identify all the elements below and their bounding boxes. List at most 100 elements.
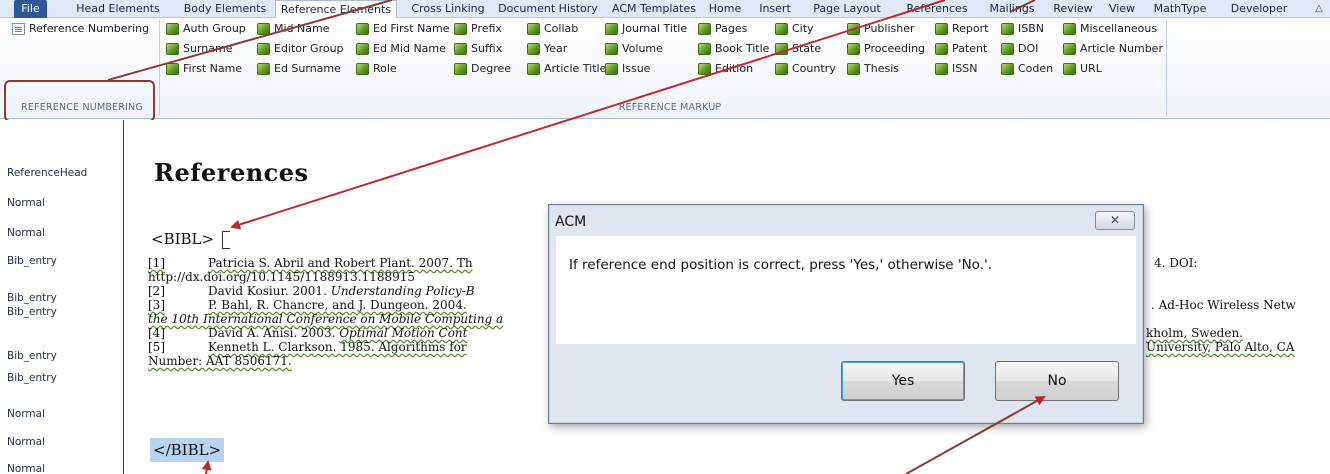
markup-url-button[interactable]: URL — [1063, 61, 1102, 77]
bibl-open-tag: <BIBL> — [151, 230, 215, 248]
tab-review[interactable]: Review — [1048, 0, 1098, 18]
markup-report-button[interactable]: Report — [935, 21, 988, 37]
tab-mailings[interactable]: Mailings — [980, 0, 1044, 18]
style-label: Bib_entry — [7, 255, 57, 267]
markup-journal-title-button[interactable]: Journal Title — [605, 21, 687, 37]
tab-home[interactable]: Home — [703, 0, 747, 18]
bib-text: Kenneth L. Clarkson. 1985. Algorithms fo… — [208, 340, 467, 354]
book-icon — [698, 63, 711, 75]
style-label: Normal — [7, 227, 45, 239]
bib-number: [5] — [148, 340, 165, 354]
tab-head-elements[interactable]: Head Elements — [63, 0, 173, 18]
markup-year-button[interactable]: Year — [527, 41, 567, 57]
markup-collab-button[interactable]: Collab — [527, 21, 578, 37]
markup-button-label: Edition — [715, 62, 754, 75]
tab-mathtype[interactable]: MathType — [1144, 0, 1216, 18]
markup-suffix-button[interactable]: Suffix — [454, 41, 502, 57]
tab-acm-templates[interactable]: ACM Templates — [606, 0, 702, 18]
style-label: Bib_entry — [7, 372, 57, 384]
dialog-title: ACM — [555, 214, 587, 230]
markup-mid-name-button[interactable]: Mid Name — [257, 21, 329, 37]
markup-button-label: First Name — [183, 62, 243, 75]
markup-button-label: Pages — [715, 22, 748, 35]
tab-body-elements[interactable]: Body Elements — [178, 0, 272, 18]
markup-button-label: Patent — [952, 42, 988, 55]
markup-volume-button[interactable]: Volume — [605, 41, 663, 57]
markup-doi-button[interactable]: DOI — [1001, 41, 1038, 57]
markup-prefix-button[interactable]: Prefix — [454, 21, 502, 37]
markup-button-label: Journal Title — [622, 22, 688, 35]
bib-entry: http://dx.doi.org/10.1145/1188913.118891… — [148, 270, 415, 284]
bib-italic-text: the 10th International Conference on Mob… — [148, 312, 504, 326]
markup-button-label: Issue — [622, 62, 651, 75]
bib-italic-text: Optimal Motion Cont — [339, 326, 468, 340]
tab-view[interactable]: View — [1102, 0, 1142, 18]
markup-role-button[interactable]: Role — [356, 61, 397, 77]
markup-button-label: Year — [544, 42, 568, 55]
markup-button-label: Volume — [622, 42, 663, 55]
markup-button-label: Mid Name — [274, 22, 330, 35]
dialog-close-button[interactable]: ✕ — [1095, 211, 1135, 230]
markup-button-label: Editor Group — [274, 42, 344, 55]
markup-button-label: City — [792, 22, 814, 35]
markup-article-number-button[interactable]: Article Number — [1063, 41, 1163, 57]
tab-file[interactable]: File — [14, 0, 47, 18]
markup-patent-button[interactable]: Patent — [935, 41, 987, 57]
markup-book-title-button[interactable]: Book Title — [698, 41, 769, 57]
markup-coden-button[interactable]: Coden — [1001, 61, 1053, 77]
markup-button-label: Ed Mid Name — [373, 42, 446, 55]
markup-thesis-button[interactable]: Thesis — [847, 61, 899, 77]
markup-isbn-button[interactable]: ISBN — [1001, 21, 1044, 37]
markup-degree-button[interactable]: Degree — [454, 61, 511, 77]
markup-button-label: Collab — [544, 22, 579, 35]
tab-cross-linking[interactable]: Cross Linking — [402, 0, 494, 18]
markup-button-label: Surname — [183, 42, 233, 55]
bib-entry: Number: AAT 8506171. — [148, 354, 292, 368]
markup-miscellaneous-button[interactable]: Miscellaneous — [1063, 21, 1157, 37]
tab-references[interactable]: References — [896, 0, 978, 18]
markup-first-name-button[interactable]: First Name — [166, 61, 242, 77]
markup-issue-button[interactable]: Issue — [605, 61, 650, 77]
markup-pages-button[interactable]: Pages — [698, 21, 747, 37]
tab-reference-elements[interactable]: Reference Elements — [275, 0, 397, 19]
tab-page-layout[interactable]: Page Layout — [803, 0, 891, 18]
ribbon-collapse-icon[interactable]: △ — [1312, 0, 1326, 18]
markup-edition-button[interactable]: Edition — [698, 61, 753, 77]
markup-button-label: Proceeding — [864, 42, 926, 55]
book-icon — [775, 23, 788, 35]
markup-article-title-button[interactable]: Article Title — [527, 61, 606, 77]
no-button[interactable]: No — [995, 361, 1119, 401]
markup-surname-button[interactable]: Surname — [166, 41, 232, 57]
markup-publisher-button[interactable]: Publisher — [847, 21, 915, 37]
tab-insert[interactable]: Insert — [752, 0, 798, 18]
markup-state-button[interactable]: State — [775, 41, 821, 57]
markup-ed-surname-button[interactable]: Ed Surname — [257, 61, 341, 77]
markup-button-label: ISSN — [952, 62, 978, 75]
markup-proceeding-button[interactable]: Proceeding — [847, 41, 925, 57]
book-icon — [257, 23, 270, 35]
markup-ed-mid-name-button[interactable]: Ed Mid Name — [356, 41, 446, 57]
dialog-message: If reference end position is correct, pr… — [569, 257, 992, 273]
book-icon — [527, 43, 540, 55]
markup-button-label: Book Title — [715, 42, 770, 55]
bib-entry: [5] Kenneth L. Clarkson. 1985. Algorithms… — [148, 340, 467, 354]
book-icon — [935, 63, 948, 75]
style-label: Bib_entry — [7, 306, 57, 318]
bibl-close-tag-selected: </BIBL> — [150, 438, 225, 462]
bib-entry: the 10th International Conference on Mob… — [148, 312, 503, 326]
markup-issn-button[interactable]: ISSN — [935, 61, 977, 77]
tab-developer[interactable]: Developer — [1220, 0, 1298, 18]
markup-country-button[interactable]: Country — [775, 61, 836, 77]
markup-auth-group-button[interactable]: Auth Group — [166, 21, 246, 37]
yes-button[interactable]: Yes — [841, 361, 965, 401]
tab-document-history[interactable]: Document History — [496, 0, 600, 18]
markup-city-button[interactable]: City — [775, 21, 814, 37]
ribbon-tab-bar: File Head Elements Body Elements Referen… — [0, 0, 1330, 19]
style-label: Normal — [7, 463, 45, 474]
book-icon — [166, 43, 179, 55]
markup-editor-group-button[interactable]: Editor Group — [257, 41, 344, 57]
markup-ed-first-name-button[interactable]: Ed First Name — [356, 21, 450, 37]
bib-text: David Kosiur. 2001. — [208, 284, 331, 298]
markup-button-label: Article Title — [544, 62, 607, 75]
reference-numbering-button[interactable]: Reference Numbering — [12, 21, 149, 37]
